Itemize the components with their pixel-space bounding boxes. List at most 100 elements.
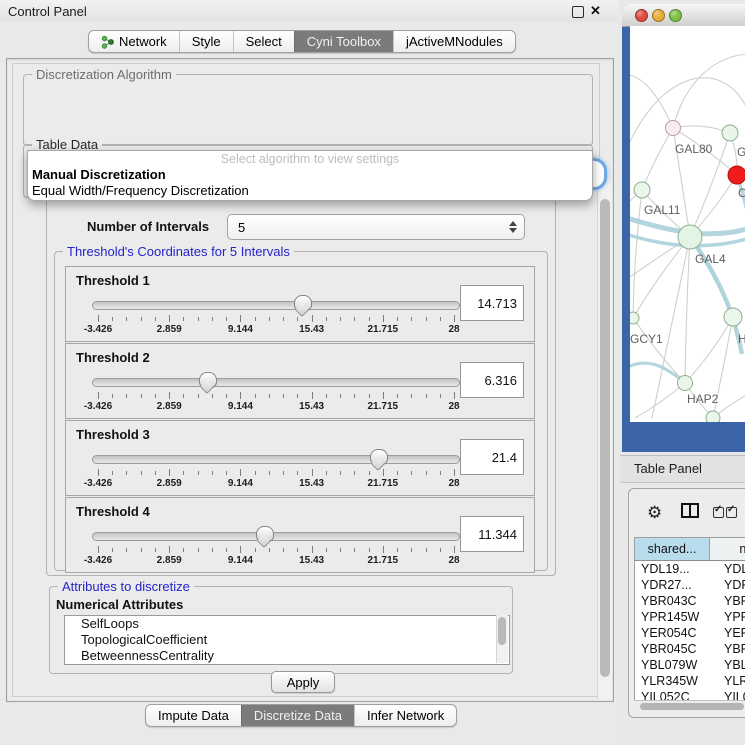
- threshold-value-field[interactable]: 6.316: [460, 362, 524, 398]
- table-row[interactable]: YER054CYER0: [635, 625, 745, 641]
- threshold-value-field[interactable]: 11.344: [460, 516, 524, 552]
- network-edge-thick[interactable]: [630, 363, 685, 383]
- slider-tick: [283, 394, 284, 398]
- attribute-list-item[interactable]: BetweennessCentrality: [65, 648, 509, 664]
- table-row[interactable]: YBR043CYBR0: [635, 593, 745, 609]
- threshold-slider[interactable]: -3.4262.8599.14415.4321.71528: [92, 447, 458, 491]
- slider-tick-label: -3.426: [68, 401, 128, 412]
- network-canvas[interactable]: GAL80GACGAL11GAL4GCY1HHAP2: [630, 26, 745, 422]
- tab-jactivemnodules[interactable]: jActiveMNodules: [393, 31, 515, 52]
- network-node[interactable]: [630, 312, 639, 324]
- float-window-icon[interactable]: [572, 6, 584, 18]
- slider-tick: [340, 471, 341, 475]
- network-node[interactable]: [722, 125, 738, 141]
- slider-tick-label: 2.859: [139, 401, 199, 412]
- table-row[interactable]: YDL19...YDL1: [635, 561, 745, 577]
- slider-tick: [141, 394, 142, 398]
- slider-tick: [169, 469, 170, 476]
- slider-thumb[interactable]: [256, 526, 274, 542]
- close-traffic-light[interactable]: [635, 9, 648, 22]
- tab-cyni-toolbox[interactable]: Cyni Toolbox: [294, 31, 393, 52]
- slider-thumb[interactable]: [199, 372, 217, 388]
- attribute-list-item[interactable]: SelfLoops: [65, 616, 509, 632]
- slider-tick: [340, 548, 341, 552]
- column-split-icon[interactable]: [681, 503, 699, 518]
- number-of-intervals-combobox[interactable]: 5: [227, 214, 525, 240]
- table-panel-header: Table Panel: [620, 455, 745, 483]
- network-node[interactable]: [724, 308, 742, 326]
- tab-discretize-data[interactable]: Discretize Data: [241, 705, 354, 726]
- select-columns-icon[interactable]: [713, 506, 739, 521]
- dropdown-option[interactable]: Manual Discretization: [28, 167, 592, 183]
- tab-impute-data[interactable]: Impute Data: [146, 705, 241, 726]
- network-edge[interactable]: [642, 128, 673, 190]
- tab-infer-network[interactable]: Infer Network: [354, 705, 456, 726]
- network-node[interactable]: [728, 166, 745, 184]
- table-row[interactable]: YBR045CYBR0: [635, 641, 745, 657]
- slider-tick: [226, 394, 227, 398]
- network-node[interactable]: [678, 376, 693, 391]
- slider-tick: [454, 315, 455, 322]
- slider-tick: [212, 471, 213, 475]
- slider-tick-label: 15.43: [282, 401, 342, 412]
- network-edge[interactable]: [673, 126, 730, 133]
- threshold-slider[interactable]: -3.4262.8599.14415.4321.71528: [92, 524, 458, 568]
- threshold-slider[interactable]: -3.4262.8599.14415.4321.71528: [92, 293, 458, 337]
- table-row[interactable]: YBL079WYBL0: [635, 657, 745, 673]
- threshold-slider[interactable]: -3.4262.8599.14415.4321.71528: [92, 370, 458, 414]
- table-column-header[interactable]: shared...: [635, 538, 710, 560]
- slider-tick: [411, 471, 412, 475]
- close-icon[interactable]: ✕: [590, 3, 601, 19]
- slider-tick-label: -3.426: [68, 324, 128, 335]
- network-edge[interactable]: [633, 190, 642, 318]
- slider-tick: [141, 317, 142, 321]
- zoom-traffic-light[interactable]: [669, 9, 682, 22]
- table-horizontal-scrollbar[interactable]: [634, 700, 745, 712]
- slider-thumb[interactable]: [370, 449, 388, 465]
- slider-tick: [383, 315, 384, 322]
- tab-select[interactable]: Select: [233, 31, 294, 52]
- network-graph: [630, 26, 745, 422]
- network-edge[interactable]: [685, 317, 733, 383]
- attributes-group: Attributes to discretize Numerical Attri…: [49, 586, 513, 674]
- node-table: shared...name YDL19...YDL1YDR27...YDR2YB…: [634, 537, 745, 701]
- settings-gear-icon[interactable]: ⚙: [647, 503, 662, 523]
- minimize-traffic-light[interactable]: [652, 9, 665, 22]
- slider-tick: [340, 317, 341, 321]
- table-row[interactable]: YLR345WYLR3: [635, 673, 745, 689]
- attributes-list-scrollbar[interactable]: [496, 615, 508, 663]
- slider-tick: [312, 546, 313, 553]
- panel-vertical-scrollbar[interactable]: [597, 185, 612, 699]
- number-of-intervals-label: Number of Intervals: [87, 219, 209, 234]
- network-node[interactable]: [706, 411, 720, 422]
- slider-tick: [226, 471, 227, 475]
- slider-tick: [169, 315, 170, 322]
- tab-network[interactable]: Network: [89, 31, 179, 52]
- network-edge[interactable]: [630, 75, 673, 128]
- threshold-value-field[interactable]: 21.4: [460, 439, 524, 475]
- table-row[interactable]: YPR145WYPR1: [635, 609, 745, 625]
- network-edge[interactable]: [633, 318, 685, 383]
- slider-thumb[interactable]: [294, 295, 312, 311]
- slider-tick: [354, 317, 355, 321]
- slider-tick: [169, 392, 170, 399]
- slider-tick: [126, 394, 127, 398]
- slider-tick-label: 2.859: [139, 555, 199, 566]
- apply-button[interactable]: Apply: [271, 671, 335, 693]
- dropdown-option[interactable]: Equal Width/Frequency Discretization: [28, 183, 592, 199]
- slider-tick: [426, 317, 427, 321]
- slider-tick: [198, 394, 199, 398]
- network-edge[interactable]: [673, 54, 745, 128]
- threshold-value-field[interactable]: 14.713: [460, 285, 524, 321]
- tab-style[interactable]: Style: [179, 31, 233, 52]
- attribute-list-item[interactable]: TopologicalCoefficient: [65, 632, 509, 648]
- table-row[interactable]: YDR27...YDR2: [635, 577, 745, 593]
- slider-tick: [269, 548, 270, 552]
- slider-tick: [183, 548, 184, 552]
- table-column-header[interactable]: name: [710, 538, 745, 560]
- network-node[interactable]: [666, 121, 681, 136]
- network-edge[interactable]: [635, 383, 685, 418]
- network-node[interactable]: [634, 182, 650, 198]
- network-node[interactable]: [678, 225, 702, 249]
- slider-tick: [155, 317, 156, 321]
